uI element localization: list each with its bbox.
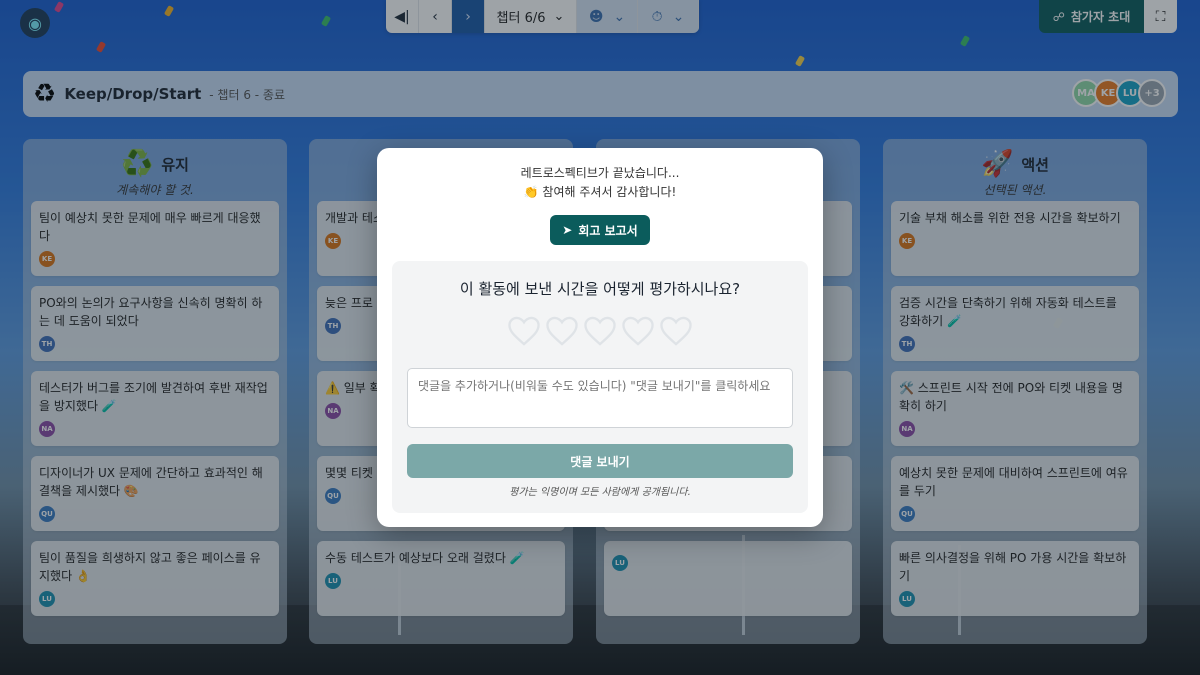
send-comment-button[interactable]: 댓글 보내기: [407, 444, 793, 478]
retro-report-button[interactable]: ➤ 회고 보고서: [550, 215, 650, 245]
anonymous-note: 평가는 익명이며 모든 사람에게 공개됩니다.: [509, 487, 691, 498]
end-retro-modal: 레트로스펙티브가 끝났습니다... 👏 참여해 주셔서 감사합니다! ➤ 회고 보…: [377, 148, 823, 527]
rating-hearts: [392, 315, 808, 347]
comment-input[interactable]: [407, 368, 793, 428]
rating-panel: 이 활동에 보낸 시간을 어떻게 평가하시나요? 댓글 보내기 평가는 익명이며…: [392, 261, 808, 513]
heart-rating-icon[interactable]: [582, 315, 618, 347]
send-icon: ➤: [562, 223, 573, 237]
retro-ended-text: 레트로스펙티브가 끝났습니다...: [520, 166, 680, 180]
report-label: 회고 보고서: [578, 223, 638, 238]
heart-rating-icon[interactable]: [544, 315, 580, 347]
rating-question: 이 활동에 보낸 시간을 어떻게 평가하시나요?: [459, 280, 741, 298]
heart-rating-icon[interactable]: [620, 315, 656, 347]
heart-rating-icon[interactable]: [506, 315, 542, 347]
thanks-text: 👏 참여해 주셔서 감사합니다!: [523, 185, 677, 199]
heart-rating-icon[interactable]: [658, 315, 694, 347]
